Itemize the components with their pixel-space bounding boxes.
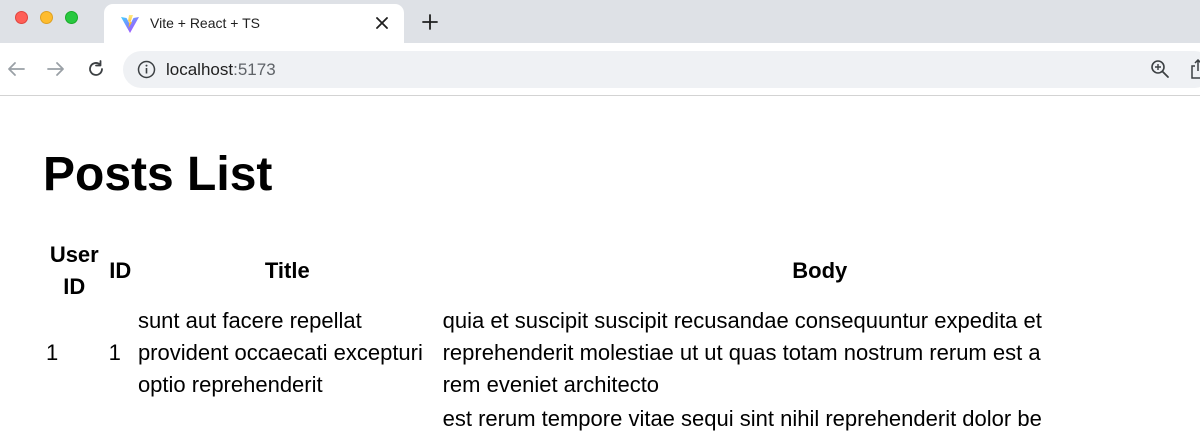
body-line: reprehenderit molestiae ut ut quas totam… <box>442 340 1041 365</box>
column-header-body: Body <box>792 258 848 283</box>
body-line: rem eveniet architecto <box>442 372 660 397</box>
arrow-right-icon <box>47 62 64 76</box>
body-line: est rerum tempore vitae sequi sint nihil… <box>442 406 1042 431</box>
cell-title: sunt aut facere repellat provident occae… <box>137 308 423 397</box>
reload-icon <box>89 60 103 76</box>
column-header-user-id: User ID <box>49 242 99 299</box>
window-minimize-button[interactable] <box>40 11 53 24</box>
zoom-icon[interactable] <box>1150 59 1170 79</box>
posts-table: User ID ID Title Body 1 1 sunt aut facer… <box>43 238 1200 436</box>
tab-title: Vite + React + TS <box>150 15 260 31</box>
info-icon[interactable] <box>137 60 156 79</box>
table-header-row: User ID ID Title Body <box>43 238 1200 304</box>
plus-icon <box>422 14 438 30</box>
column-header-id: ID <box>109 258 132 283</box>
table-row: est rerum tempore vitae sequi sint nihil… <box>43 402 1200 436</box>
address-bar[interactable]: localhost:5173 <box>123 51 1200 88</box>
close-icon <box>376 17 388 29</box>
back-button[interactable] <box>5 58 27 80</box>
cell-title <box>135 402 440 436</box>
browser-toolbar: localhost:5173 <box>0 43 1200 96</box>
arrow-left-icon <box>8 62 25 76</box>
table-row: 1 1 sunt aut facere repellat provident o… <box>43 304 1200 402</box>
cell-id: 1 <box>108 340 121 365</box>
page-title: Posts List <box>43 148 273 201</box>
column-header-title: Title <box>264 258 310 283</box>
cell-user-id: 1 <box>46 340 59 365</box>
cell-user-id <box>43 402 106 436</box>
forward-button[interactable] <box>45 58 67 80</box>
new-tab-button[interactable] <box>418 10 442 34</box>
browser-tab-active[interactable]: Vite + React + TS <box>104 4 404 43</box>
address-url[interactable]: localhost:5173 <box>166 60 276 79</box>
reload-button[interactable] <box>85 58 107 80</box>
window-zoom-button[interactable] <box>65 11 78 24</box>
cell-body: quia et suscipit suscipit recusandae con… <box>440 304 1200 402</box>
cell-id <box>106 402 135 436</box>
window-close-button[interactable] <box>15 11 28 24</box>
url-host: localhost <box>166 60 234 79</box>
url-port: :5173 <box>233 60 276 79</box>
vite-logo-icon <box>121 15 139 33</box>
share-icon[interactable] <box>1190 59 1200 79</box>
tab-close-button[interactable] <box>372 13 392 33</box>
cell-body: est rerum tempore vitae sequi sint nihil… <box>440 402 1200 436</box>
body-line: quia et suscipit suscipit recusandae con… <box>442 308 1042 333</box>
tab-strip: Vite + React + TS <box>0 0 1200 43</box>
page-viewport: Posts List User ID ID Title Body 1 1 sun… <box>0 97 1200 446</box>
